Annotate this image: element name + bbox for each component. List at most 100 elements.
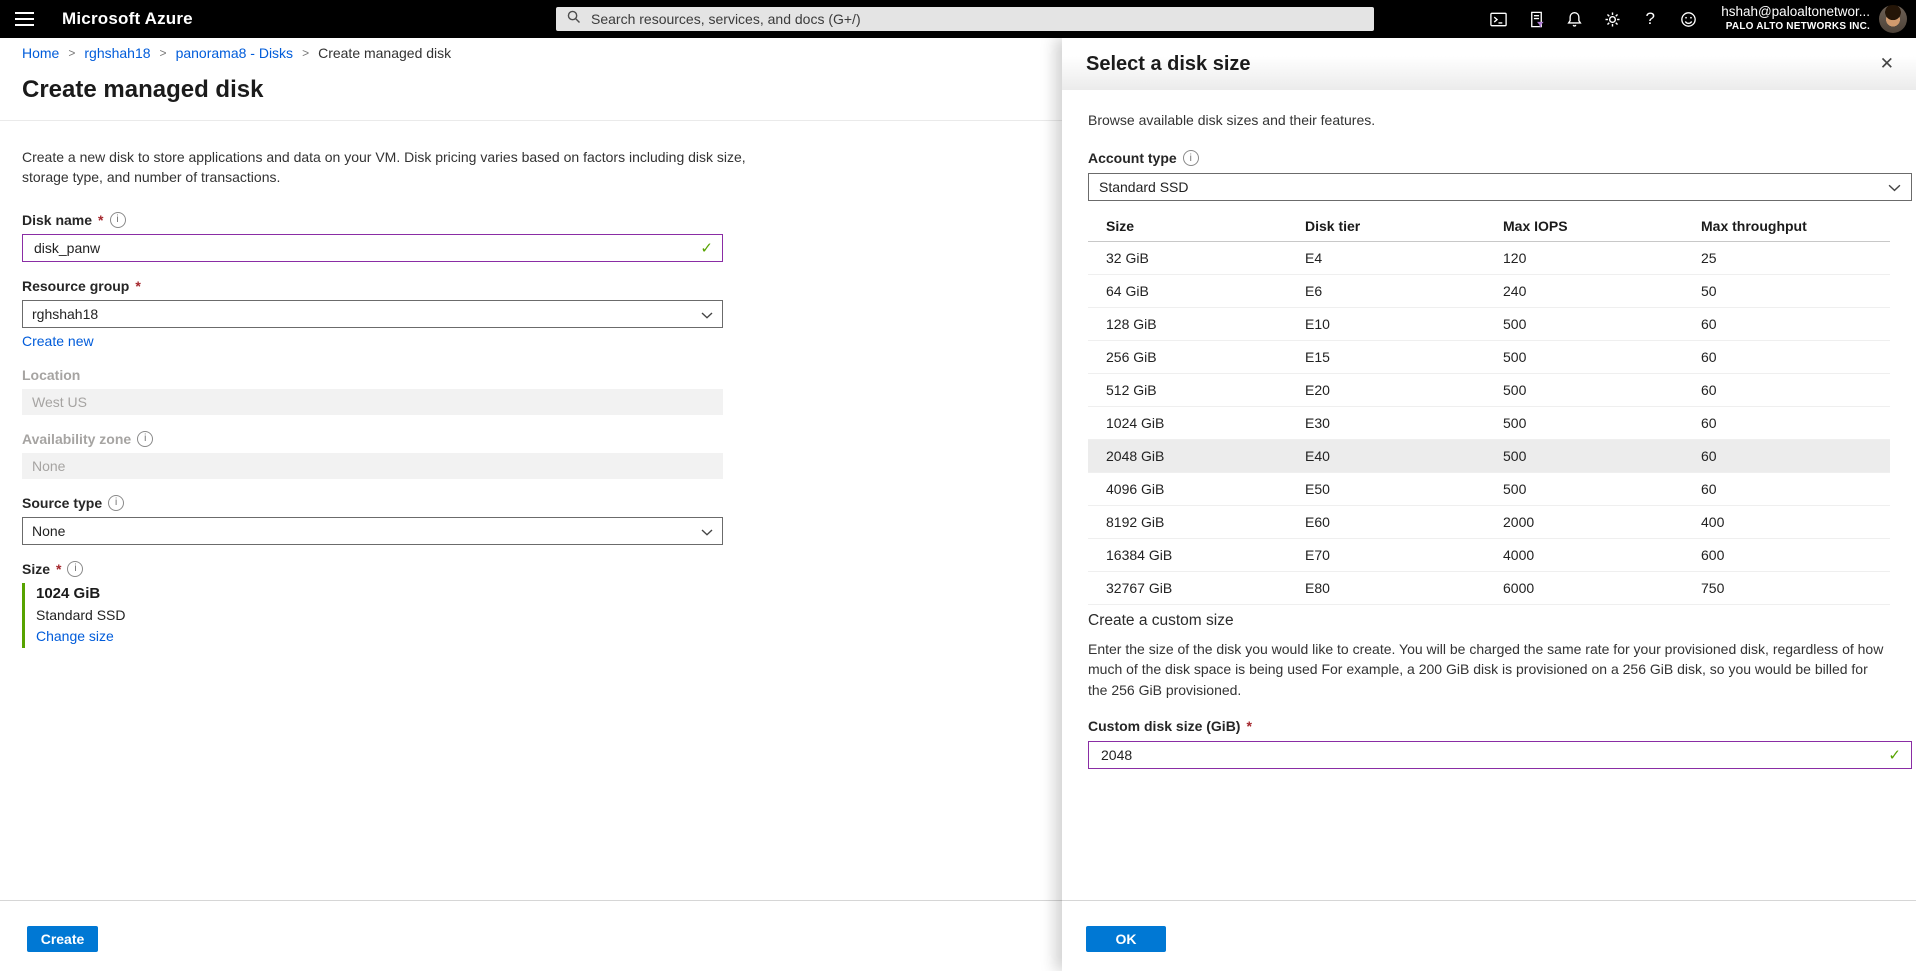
main-content: Home > rghshah18 > panorama8 - Disks > C… [0, 38, 1062, 971]
global-search[interactable] [556, 7, 1374, 31]
table-cell: 512 GiB [1106, 382, 1305, 398]
resource-group-select[interactable]: rghshah18 [22, 300, 723, 328]
breadcrumb-home[interactable]: Home [22, 45, 59, 61]
azure-brand[interactable]: Microsoft Azure [62, 9, 193, 29]
info-icon[interactable]: i [1183, 150, 1199, 166]
topbar-right: ? hshah@paloaltonetwor... PALO ALTO NETW… [1479, 0, 1916, 38]
field-label-text: Availability zone [22, 431, 131, 447]
table-row[interactable]: 256 GiBE1550060 [1088, 341, 1890, 374]
chevron-down-icon [1888, 179, 1901, 195]
account-info[interactable]: hshah@paloaltonetwor... PALO ALTO NETWOR… [1721, 4, 1870, 33]
size-label: Size * i [22, 561, 1062, 577]
table-cell: 600 [1701, 547, 1890, 563]
table-cell: E10 [1305, 316, 1503, 332]
table-row[interactable]: 16384 GiBE704000600 [1088, 539, 1890, 572]
valid-check-icon: ✓ [1888, 746, 1901, 764]
table-row[interactable]: 64 GiBE624050 [1088, 275, 1890, 308]
required-asterisk: * [135, 278, 140, 294]
resource-group-field: Resource group * rghshah18 Create new [22, 278, 1062, 351]
breadcrumb-separator: > [68, 46, 75, 60]
size-summary: 1024 GiB Standard SSD Change size [22, 583, 1062, 648]
custom-disk-size-label: Custom disk size (GiB) * [1088, 718, 1890, 734]
feedback-smiley-icon[interactable] [1669, 0, 1707, 38]
account-type-label: Account type i [1088, 150, 1890, 166]
column-header-max-iops: Max IOPS [1503, 218, 1701, 234]
table-row[interactable]: 32 GiBE412025 [1088, 242, 1890, 275]
field-label-text: Resource group [22, 278, 129, 294]
table-row[interactable]: 512 GiBE2050060 [1088, 374, 1890, 407]
directory-filter-icon[interactable] [1517, 0, 1555, 38]
field-label-text: Location [22, 367, 80, 383]
table-row[interactable]: 4096 GiBE5050060 [1088, 473, 1890, 506]
required-asterisk: * [56, 561, 61, 577]
table-cell: 60 [1701, 481, 1890, 497]
create-button[interactable]: Create [27, 926, 98, 952]
info-icon[interactable]: i [108, 495, 124, 511]
change-size-link[interactable]: Change size [36, 628, 114, 644]
table-cell: 500 [1503, 349, 1701, 365]
table-cell: 8192 GiB [1106, 514, 1305, 530]
help-icon[interactable]: ? [1631, 0, 1669, 38]
breadcrumb-rghshah18[interactable]: rghshah18 [84, 45, 150, 61]
panel-body: Browse available disk sizes and their fe… [1062, 112, 1916, 769]
disk-name-input-wrap: ✓ [22, 234, 723, 262]
hamburger-menu-icon[interactable] [0, 0, 48, 38]
custom-disk-size-input[interactable] [1099, 746, 1865, 764]
table-cell: 64 GiB [1106, 283, 1305, 299]
table-cell: 32767 GiB [1106, 580, 1305, 596]
table-cell: 1024 GiB [1106, 415, 1305, 431]
settings-gear-icon[interactable] [1593, 0, 1631, 38]
availability-zone-field: Availability zone i None [22, 431, 1062, 479]
table-cell: E20 [1305, 382, 1503, 398]
table-cell: 500 [1503, 481, 1701, 497]
page-description: Create a new disk to store applications … [22, 148, 762, 188]
account-org: PALO ALTO NETWORKS INC. [1721, 21, 1870, 34]
source-type-label: Source type i [22, 495, 1062, 511]
table-cell: 128 GiB [1106, 316, 1305, 332]
table-cell: E40 [1305, 448, 1503, 464]
panel-title: Select a disk size [1086, 53, 1251, 76]
availability-zone-input: None [22, 453, 723, 479]
disabled-value: West US [32, 394, 87, 410]
close-icon[interactable]: ✕ [1874, 52, 1900, 76]
account-type-select[interactable]: Standard SSD [1088, 173, 1912, 201]
breadcrumb-current: Create managed disk [318, 45, 451, 61]
table-cell: 500 [1503, 382, 1701, 398]
table-row[interactable]: 2048 GiBE4050060 [1088, 440, 1890, 473]
table-cell: 60 [1701, 349, 1890, 365]
table-cell: 500 [1503, 415, 1701, 431]
table-cell: E80 [1305, 580, 1503, 596]
table-row[interactable]: 1024 GiBE3050060 [1088, 407, 1890, 440]
info-icon[interactable]: i [67, 561, 83, 577]
create-disk-form: Create a new disk to store applications … [0, 121, 1062, 648]
table-cell: 60 [1701, 448, 1890, 464]
field-label-text: Source type [22, 495, 102, 511]
info-icon[interactable]: i [137, 431, 153, 447]
table-row[interactable]: 128 GiBE1050060 [1088, 308, 1890, 341]
select-disk-size-panel: Select a disk size ✕ Browse available di… [1062, 38, 1916, 971]
size-value: 1024 GiB [36, 585, 1062, 602]
disk-name-input[interactable] [32, 239, 649, 257]
size-tier: Standard SSD [36, 607, 1062, 623]
table-cell: E15 [1305, 349, 1503, 365]
source-type-select[interactable]: None [22, 517, 723, 545]
account-email: hshah@paloaltonetwor... [1721, 4, 1870, 21]
table-cell: 32 GiB [1106, 250, 1305, 266]
required-asterisk: * [98, 212, 103, 228]
ok-button[interactable]: OK [1086, 926, 1166, 952]
breadcrumb-panorama8-disks[interactable]: panorama8 - Disks [176, 45, 294, 61]
search-input[interactable] [589, 10, 1364, 28]
cloud-shell-icon[interactable] [1479, 0, 1517, 38]
create-new-link[interactable]: Create new [22, 333, 94, 349]
table-row[interactable]: 8192 GiBE602000400 [1088, 506, 1890, 539]
table-row[interactable]: 32767 GiBE806000750 [1088, 572, 1890, 605]
info-icon[interactable]: i [110, 212, 126, 228]
table-cell: 4000 [1503, 547, 1701, 563]
account-avatar[interactable] [1879, 5, 1907, 33]
table-cell: 50 [1701, 283, 1890, 299]
disk-name-field: Disk name * i ✓ [22, 212, 1062, 262]
availability-zone-label: Availability zone i [22, 431, 1062, 447]
notifications-bell-icon[interactable] [1555, 0, 1593, 38]
disk-size-table-body: 32 GiBE41202564 GiBE624050128 GiBE105006… [1088, 242, 1890, 605]
top-bar: Microsoft Azure [0, 0, 1916, 38]
